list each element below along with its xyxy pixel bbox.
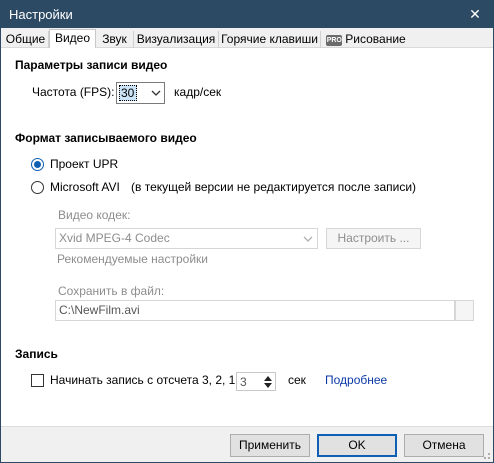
configure-codec-button[interactable]: Настроить ... — [326, 228, 421, 249]
ok-button[interactable]: OK — [317, 434, 397, 457]
countdown-checkbox[interactable] — [31, 374, 44, 387]
close-icon[interactable]: ✕ — [457, 1, 493, 28]
tab-bar: Общие Видео Звук Визуализация Горячие кл… — [1, 28, 493, 49]
fps-label: Частота (FPS): — [32, 85, 115, 99]
recording-heading: Запись — [15, 347, 58, 361]
fps-select[interactable]: 30 — [116, 82, 165, 104]
tab-general[interactable]: Общие — [3, 31, 49, 48]
format-heading: Формат записываемого видео — [15, 131, 197, 145]
tab-visualization-label: Визуализация — [136, 32, 216, 46]
save-file-label: Сохранить в файл: — [58, 284, 165, 298]
seconds-unit: сек — [288, 373, 306, 387]
seconds-stepper[interactable]: 3 — [236, 372, 276, 391]
countdown-label[interactable]: Начинать запись с отсчета 3, 2, 1 — [50, 373, 235, 387]
radio-avi[interactable] — [31, 181, 44, 194]
arrow-up-icon[interactable] — [263, 375, 273, 382]
tab-video[interactable]: Видео — [49, 29, 96, 49]
seconds-value: 3 — [240, 375, 247, 389]
tab-visualization[interactable]: Визуализация — [134, 31, 219, 48]
title-bar[interactable]: Настройки ✕ — [1, 1, 493, 28]
more-info-link[interactable]: Подробнее — [325, 373, 387, 387]
settings-dialog: Настройки ✕ Общие Видео Звук Визуализаци… — [0, 0, 494, 463]
codec-select[interactable]: Xvid MPEG-4 Codec — [55, 228, 318, 249]
window-title: Настройки — [9, 7, 73, 22]
avi-note: (в текущей версии не редактируется после… — [131, 180, 417, 194]
chevron-down-icon — [151, 90, 161, 96]
resize-grip-icon[interactable] — [481, 450, 491, 460]
tab-drawing-label: Рисование — [345, 32, 406, 46]
fps-unit: кадр/сек — [174, 85, 222, 99]
option-avi-label[interactable]: Microsoft AVI — [50, 180, 120, 194]
arrow-down-icon[interactable] — [263, 382, 273, 389]
radio-upr[interactable] — [31, 158, 44, 171]
tab-sound-label: Звук — [102, 32, 127, 46]
fps-value: 30 — [119, 85, 137, 101]
dialog-button-bar: Применить OK Отмена — [1, 426, 493, 462]
tab-general-label: Общие — [5, 32, 46, 46]
apply-button[interactable]: Применить — [230, 434, 310, 457]
recommended-settings-link[interactable]: Рекомендуемые настройки — [57, 252, 208, 266]
tab-hotkeys-label: Горячие клавиши — [221, 32, 318, 46]
pro-badge-icon: PRO — [326, 35, 343, 46]
codec-value: Xvid MPEG-4 Codec — [59, 231, 170, 245]
option-upr-label[interactable]: Проект UPR — [50, 157, 118, 171]
tab-sound[interactable]: Звук — [96, 31, 134, 48]
save-file-input[interactable]: C:\NewFilm.avi — [55, 300, 455, 321]
video-tab-panel: Параметры записи видео Частота (FPS): 30… — [1, 48, 493, 426]
browse-file-button[interactable] — [455, 300, 474, 321]
codec-label: Видео кодек: — [58, 208, 131, 222]
video-params-heading: Параметры записи видео — [15, 58, 168, 72]
tab-drawing[interactable]: PRO Рисование — [321, 31, 411, 48]
tab-hotkeys[interactable]: Горячие клавиши — [219, 31, 321, 48]
tab-video-label: Видео — [54, 31, 91, 45]
cancel-button[interactable]: Отмена — [404, 434, 484, 457]
chevron-down-icon — [303, 236, 313, 242]
